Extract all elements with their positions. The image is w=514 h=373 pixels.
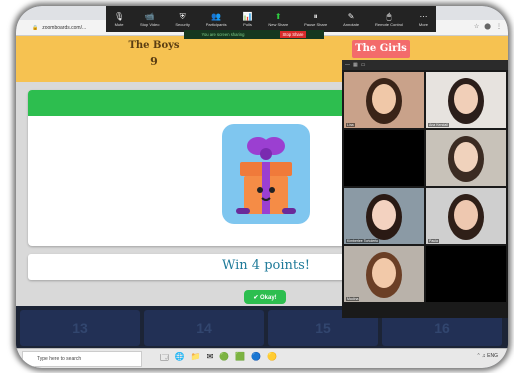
participants-label: Participants: [205, 21, 227, 27]
more-icon: ⋯: [419, 11, 428, 21]
card-header-bar: [28, 90, 348, 116]
team-boys-name: The Boys: [128, 40, 180, 51]
question-card: [28, 90, 348, 246]
chrome-icon[interactable]: 🔵: [251, 352, 261, 366]
polls-icon: 📊: [242, 11, 253, 21]
team-girls-name: The Girls: [352, 40, 410, 58]
board-tile[interactable]: 13: [20, 310, 140, 346]
gallery-view-icon[interactable]: ▦: [353, 62, 358, 68]
gallery-toolbar: — ▦ ▭: [342, 60, 508, 70]
photo-frame: 🔒 zoomboards.com/... ☆ ⬤ ⋮ 🎙 Mute 📹 Stop V…: [0, 0, 514, 373]
polls-button[interactable]: 📊 Polls: [243, 12, 253, 27]
participant-name: Ana Kendall: [428, 123, 449, 127]
video-icon: 📹: [144, 11, 155, 21]
participant-name: Lina: [346, 123, 355, 127]
participants-icon: 👥: [211, 11, 222, 21]
participant-name: Madina: [346, 297, 360, 301]
taskbar-search-input[interactable]: Type here to search: [22, 350, 142, 367]
stop-share-button[interactable]: Stop Share: [279, 31, 307, 38]
result-text: Win 4 points!: [222, 258, 310, 273]
sharing-status-text: You are screen sharing: [201, 32, 245, 37]
task-view-icon[interactable]: 🗔: [160, 352, 169, 366]
security-label: Security: [175, 21, 190, 27]
app-icon[interactable]: 🟢: [219, 352, 229, 366]
participant-face: [454, 84, 478, 114]
participant-name: Paula: [428, 239, 439, 243]
sharing-indicator: You are screen sharing Stop Share: [184, 30, 324, 39]
security-button[interactable]: ⛨ Security: [175, 12, 189, 27]
monitor-screen: 🔒 zoomboards.com/... ☆ ⬤ ⋮ 🎙 Mute 📹 Stop V…: [16, 6, 508, 368]
more-label: More: [418, 21, 429, 27]
participant-face: [372, 258, 396, 288]
speaker-view-icon[interactable]: ▭: [361, 62, 366, 68]
stop-video-button[interactable]: 📹 Stop Video: [140, 12, 160, 27]
star-icon[interactable]: ☆: [474, 23, 479, 30]
zoom-gallery-panel: — ▦ ▭ Lina Ana Kendall Kimberlee Tortolert…: [342, 60, 508, 318]
result-banner: Win 4 points!: [28, 254, 348, 280]
okay-button[interactable]: ✔ Okay!: [244, 290, 286, 304]
lock-icon: 🔒: [32, 24, 39, 31]
more-button[interactable]: ⋯ More: [419, 12, 428, 27]
participant-video[interactable]: [426, 246, 506, 302]
team-boys-score: 9: [150, 55, 158, 68]
remote-control-button[interactable]: 🖱 Remote Control: [375, 12, 403, 27]
microphone-icon: 🎙: [113, 11, 125, 21]
polls-label: Polls: [243, 21, 252, 27]
annotate-label: Annotate: [343, 21, 360, 27]
participant-video[interactable]: Kimberlee Tortolerto: [344, 188, 424, 244]
participant-face: [372, 84, 396, 114]
taskbar-apps: 🗔 🌐 📁 ✉ 🟢 🟩 🔵 🟡: [160, 352, 277, 366]
browser-actions: ☆ ⬤ ⋮: [474, 23, 502, 30]
profile-icon[interactable]: ⬤: [484, 23, 491, 30]
menu-icon[interactable]: ⋮: [496, 23, 502, 30]
annotate-icon: ✎: [347, 11, 355, 21]
participants-button[interactable]: 👥 Participants: [206, 12, 227, 27]
gift-box-icon: [222, 124, 310, 224]
zoom-toolbar: 🎙 Mute 📹 Stop Video ⛨ Security 👥 Participant…: [106, 6, 436, 32]
participant-face: [454, 142, 478, 172]
shield-icon: ⛨: [179, 11, 186, 21]
pause-share-button[interactable]: ⏸ Pause Share: [304, 12, 327, 27]
folder-icon[interactable]: 📁: [191, 352, 201, 366]
participant-video[interactable]: Paula: [426, 188, 506, 244]
participant-name: Kimberlee Tortolerto: [346, 239, 380, 243]
participant-video[interactable]: [344, 130, 424, 186]
mail-icon[interactable]: ✉: [207, 352, 214, 366]
app-icon[interactable]: 🟡: [267, 352, 277, 366]
participant-video[interactable]: [426, 130, 506, 186]
new-share-label: New Share: [268, 21, 289, 27]
participant-face: [372, 200, 396, 230]
participant-face: [454, 200, 478, 230]
board-tile[interactable]: 14: [144, 310, 264, 346]
app-icon[interactable]: 🟩: [235, 352, 245, 366]
minimize-icon[interactable]: —: [345, 62, 350, 68]
participant-video[interactable]: Madina: [344, 246, 424, 302]
pause-share-icon: ⏸: [313, 11, 318, 21]
stop-video-label: Stop Video: [139, 21, 160, 27]
mute-button[interactable]: 🎙 Mute: [114, 12, 124, 27]
mute-label: Mute: [114, 21, 124, 27]
annotate-button[interactable]: ✎ Annotate: [343, 12, 359, 27]
team-boys: The Boys 9: [124, 40, 184, 68]
browser-icon[interactable]: 🌐: [175, 352, 185, 366]
remote-control-icon: 🖱: [386, 11, 392, 21]
participant-video[interactable]: Ana Kendall: [426, 72, 506, 128]
url-text[interactable]: zoomboards.com/...: [42, 25, 86, 31]
video-grid: Lina Ana Kendall Kimberlee Tortolerto Paula…: [344, 72, 506, 360]
remote-control-label: Remote Control: [375, 21, 404, 27]
share-icon: ⬆: [274, 11, 282, 21]
pause-share-label: Pause Share: [304, 21, 328, 27]
new-share-button[interactable]: ⬆ New Share: [268, 12, 288, 27]
participant-video[interactable]: Lina: [344, 72, 424, 128]
